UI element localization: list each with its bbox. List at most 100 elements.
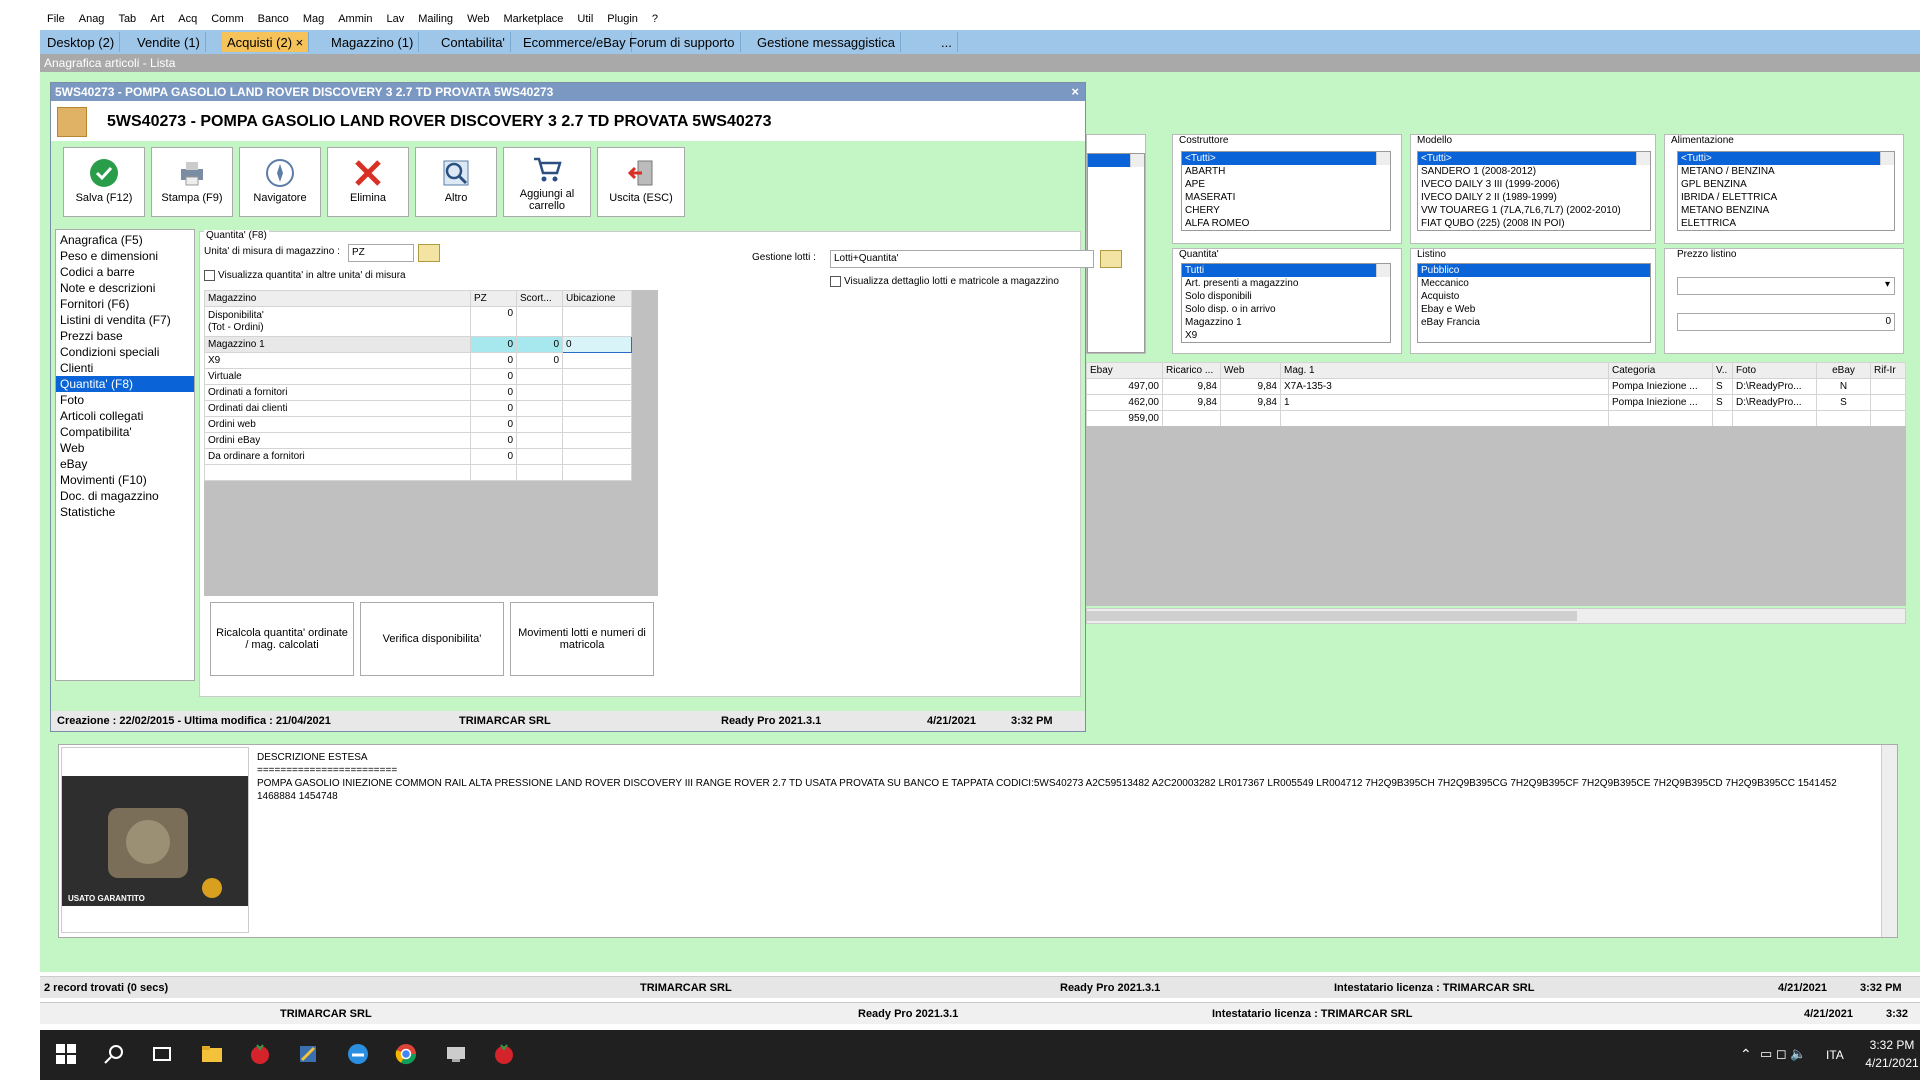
scrollbar[interactable] (1376, 152, 1390, 165)
clock-date[interactable]: 4/21/2021 (1860, 1056, 1920, 1070)
tray-icons[interactable]: ▭ ◻ 🔈 (1760, 1046, 1806, 1062)
cell[interactable]: 0 (516, 352, 563, 369)
um-field[interactable]: PZ (348, 244, 414, 262)
tab-ecommerce[interactable]: Ecommerce/eBay (518, 32, 632, 52)
cell[interactable] (562, 352, 632, 369)
search-icon[interactable] (102, 1042, 126, 1066)
col-ebay[interactable]: Ebay (1086, 362, 1163, 379)
nav-item-documenti[interactable]: Doc. di magazzino (56, 488, 194, 504)
file-explorer-icon[interactable] (200, 1042, 224, 1066)
tab-messaggistica[interactable]: Gestione messaggistica (752, 32, 902, 52)
scrollbar-thumb[interactable] (1087, 611, 1577, 621)
tab-magazzino[interactable]: Magazzino (1) (326, 32, 420, 52)
ricalcola-button[interactable]: Ricalcola quantita' ordinate / mag. calc… (210, 602, 354, 676)
quantita-list[interactable]: Tutti Art. presenti a magazzino Solo dis… (1181, 263, 1391, 343)
table-row[interactable]: Ordinati dai clienti 0 (204, 400, 632, 417)
nav-item-note[interactable]: Note e descrizioni (56, 280, 194, 296)
list-item[interactable]: Art. presenti a magazzino (1182, 277, 1390, 290)
readypro-icon[interactable] (248, 1042, 272, 1066)
table-row[interactable]: 462,00 9,84 9,84 1 Pompa Iniezione ... S… (1086, 394, 1906, 411)
listino-list[interactable]: Pubblico Meccanico Acquisto Ebay e Web e… (1417, 263, 1651, 343)
nav-item-listini[interactable]: Listini di vendita (F7) (56, 312, 194, 328)
description-text-area[interactable]: DESCRIZIONE ESTESA =====================… (257, 751, 1877, 803)
list-item[interactable]: SANDERO 1 (2008-2012) (1418, 165, 1650, 178)
language-indicator[interactable]: ITA (1826, 1048, 1844, 1062)
list-item[interactable]: IVECO DAILY 3 III (1999-2006) (1418, 178, 1650, 191)
cell[interactable]: 0 (470, 352, 517, 369)
list-item[interactable]: ALFA ROMEO (1182, 217, 1390, 230)
list-item[interactable]: Solo disp. o in arrivo (1182, 303, 1390, 316)
lotti-field[interactable]: Lotti+Quantita' (830, 250, 1094, 268)
close-icon[interactable]: × (1071, 84, 1079, 99)
nav-item-movimenti[interactable]: Movimenti (F10) (56, 472, 194, 488)
nav-item-fornitori[interactable]: Fornitori (F6) (56, 296, 194, 312)
nav-item-prezzi[interactable]: Prezzi base (56, 328, 194, 344)
col-ubicazione[interactable]: Ubicazione (562, 290, 632, 307)
menu-banco[interactable]: Banco (251, 10, 296, 25)
tab-contabilita[interactable]: Contabilita' (436, 32, 511, 52)
nav-item-web[interactable]: Web (56, 440, 194, 456)
list-item[interactable]: Tutti (1182, 264, 1390, 277)
col-mag1[interactable]: Mag. 1 (1280, 362, 1609, 379)
list-item[interactable]: FIAT QUBO (225) (2008 IN POI) (1418, 217, 1650, 230)
cell[interactable]: 0 (470, 336, 517, 353)
tray-chevron-icon[interactable]: ⌃ (1740, 1046, 1752, 1063)
nav-item-codici[interactable]: Codici a barre (56, 264, 194, 280)
edge-icon[interactable] (346, 1042, 370, 1066)
col-scorta[interactable]: Scort... (516, 290, 563, 307)
print-button[interactable]: Stampa (F9) (151, 147, 233, 217)
table-row[interactable]: Da ordinare a fornitori 0 (204, 448, 632, 465)
tools-icon[interactable] (296, 1042, 320, 1066)
menu-comm[interactable]: Comm (204, 10, 250, 25)
menu-mag[interactable]: Mag (296, 10, 331, 25)
list-item[interactable]: APE (1182, 178, 1390, 191)
list-item[interactable]: Acquisto (1418, 290, 1650, 303)
table-row[interactable]: Ordini web 0 (204, 416, 632, 433)
menu-web[interactable]: Web (460, 10, 496, 25)
nav-item-articoli[interactable]: Articoli collegati (56, 408, 194, 424)
nav-item-anagrafica[interactable]: Anagrafica (F5) (56, 232, 194, 248)
dialog-titlebar[interactable]: 5WS40273 - POMPA GASOLIO LAND ROVER DISC… (51, 83, 1085, 101)
nav-item-statistiche[interactable]: Statistiche (56, 504, 194, 520)
checkbox[interactable] (830, 276, 841, 287)
menu-mailing[interactable]: Mailing (411, 10, 460, 25)
nav-item-condizioni[interactable]: Condizioni speciali (56, 344, 194, 360)
menu-acq[interactable]: Acq (171, 10, 204, 25)
navigator-button[interactable]: Navigatore (239, 147, 321, 217)
scrollbar[interactable] (1130, 154, 1144, 167)
menu-ammin[interactable]: Ammin (331, 10, 379, 25)
menu-help[interactable]: ? (645, 10, 665, 25)
product-photo[interactable]: USATO GARANTITO (61, 747, 249, 933)
col-categoria[interactable]: Categoria (1608, 362, 1713, 379)
folder-icon[interactable] (418, 244, 440, 262)
cell[interactable]: 0 (516, 336, 563, 353)
nav-item-clienti[interactable]: Clienti (56, 360, 194, 376)
list-item[interactable]: X9 (1182, 329, 1390, 342)
table-row[interactable]: Ordinati a fornitori 0 (204, 384, 632, 401)
col-web[interactable]: Web (1220, 362, 1281, 379)
menu-plugin[interactable]: Plugin (600, 10, 645, 25)
modello-list[interactable]: <Tutti> SANDERO 1 (2008-2012) IVECO DAIL… (1417, 151, 1651, 231)
close-icon[interactable]: × (296, 35, 304, 50)
dettaglio-lotti-checkbox[interactable]: Visualizza dettaglio lotti e matricole a… (830, 276, 1059, 287)
verifica-button[interactable]: Verifica disponibilita' (360, 602, 504, 676)
save-button[interactable]: Salva (F12) (63, 147, 145, 217)
network-drive-icon[interactable] (444, 1042, 468, 1066)
list-item[interactable]: ELETTRICA (1678, 217, 1894, 230)
nav-item-peso[interactable]: Peso e dimensioni (56, 248, 194, 264)
nav-item-ebay[interactable]: eBay (56, 456, 194, 472)
col-v[interactable]: V.. (1712, 362, 1733, 379)
col-foto[interactable]: Foto (1732, 362, 1817, 379)
add-to-cart-button[interactable]: Aggiungi al carrello (503, 147, 591, 217)
list-item[interactable]: CHERY (1182, 204, 1390, 217)
col-magazzino[interactable]: Magazzino (204, 290, 471, 307)
clock-time[interactable]: 3:32 PM (1864, 1038, 1920, 1052)
list-item[interactable]: VW TOUAREG 1 (7LA,7L6,7L7) (2002-2010) (1418, 204, 1650, 217)
nav-item-compatibilita[interactable]: Compatibilita' (56, 424, 194, 440)
list-item[interactable]: Pubblico (1418, 264, 1650, 277)
list-item[interactable]: <Tutti> (1678, 152, 1894, 165)
table-row[interactable]: 959,00 (1086, 410, 1906, 427)
table-row[interactable]: Disponibilita' (Tot - Ordini) 0 (204, 306, 632, 337)
list-item[interactable]: Meccanico (1418, 277, 1650, 290)
list-item[interactable]: IBRIDA / ELETTRICA (1678, 191, 1894, 204)
